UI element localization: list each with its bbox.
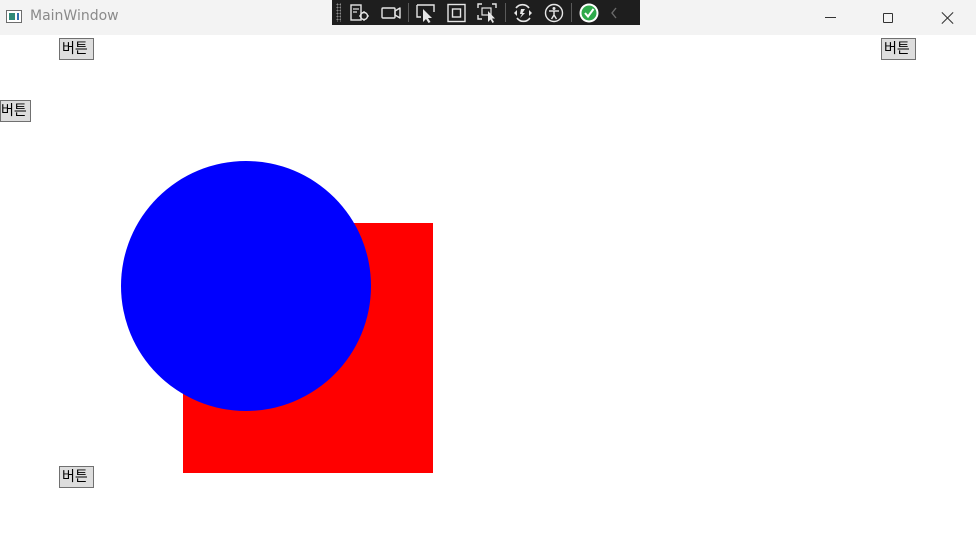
minimize-icon xyxy=(824,17,836,18)
app-icon xyxy=(6,10,22,23)
toolbar-separator xyxy=(505,3,506,22)
toolbar-grip-icon[interactable] xyxy=(336,3,341,22)
collapse-chevron-icon[interactable] xyxy=(607,1,621,24)
track-focus-icon[interactable] xyxy=(475,1,501,24)
toolbar-separator xyxy=(408,3,409,22)
button-bottom-left[interactable]: 버튼 xyxy=(59,466,94,488)
window-title: MainWindow xyxy=(30,8,119,24)
button-top-right[interactable]: 버튼 xyxy=(881,38,916,60)
accessibility-icon[interactable] xyxy=(541,1,567,24)
display-layout-adorners-icon[interactable] xyxy=(444,1,470,24)
debug-toolbar xyxy=(332,0,640,25)
minimize-button[interactable] xyxy=(801,0,859,35)
live-visual-tree-icon[interactable] xyxy=(347,1,373,24)
button-mid-left[interactable]: 버튼 xyxy=(0,100,31,122)
select-element-icon[interactable] xyxy=(413,1,439,24)
toolbar-separator xyxy=(571,3,572,22)
maximize-button[interactable] xyxy=(859,0,917,35)
blue-circle xyxy=(121,161,371,411)
hot-reload-icon[interactable] xyxy=(510,1,536,24)
button-top-left[interactable]: 버튼 xyxy=(59,38,94,60)
close-icon xyxy=(941,11,954,24)
close-button[interactable] xyxy=(918,0,976,35)
maximize-icon xyxy=(883,12,893,23)
video-icon[interactable] xyxy=(378,1,404,24)
binding-check-icon[interactable] xyxy=(576,1,602,24)
